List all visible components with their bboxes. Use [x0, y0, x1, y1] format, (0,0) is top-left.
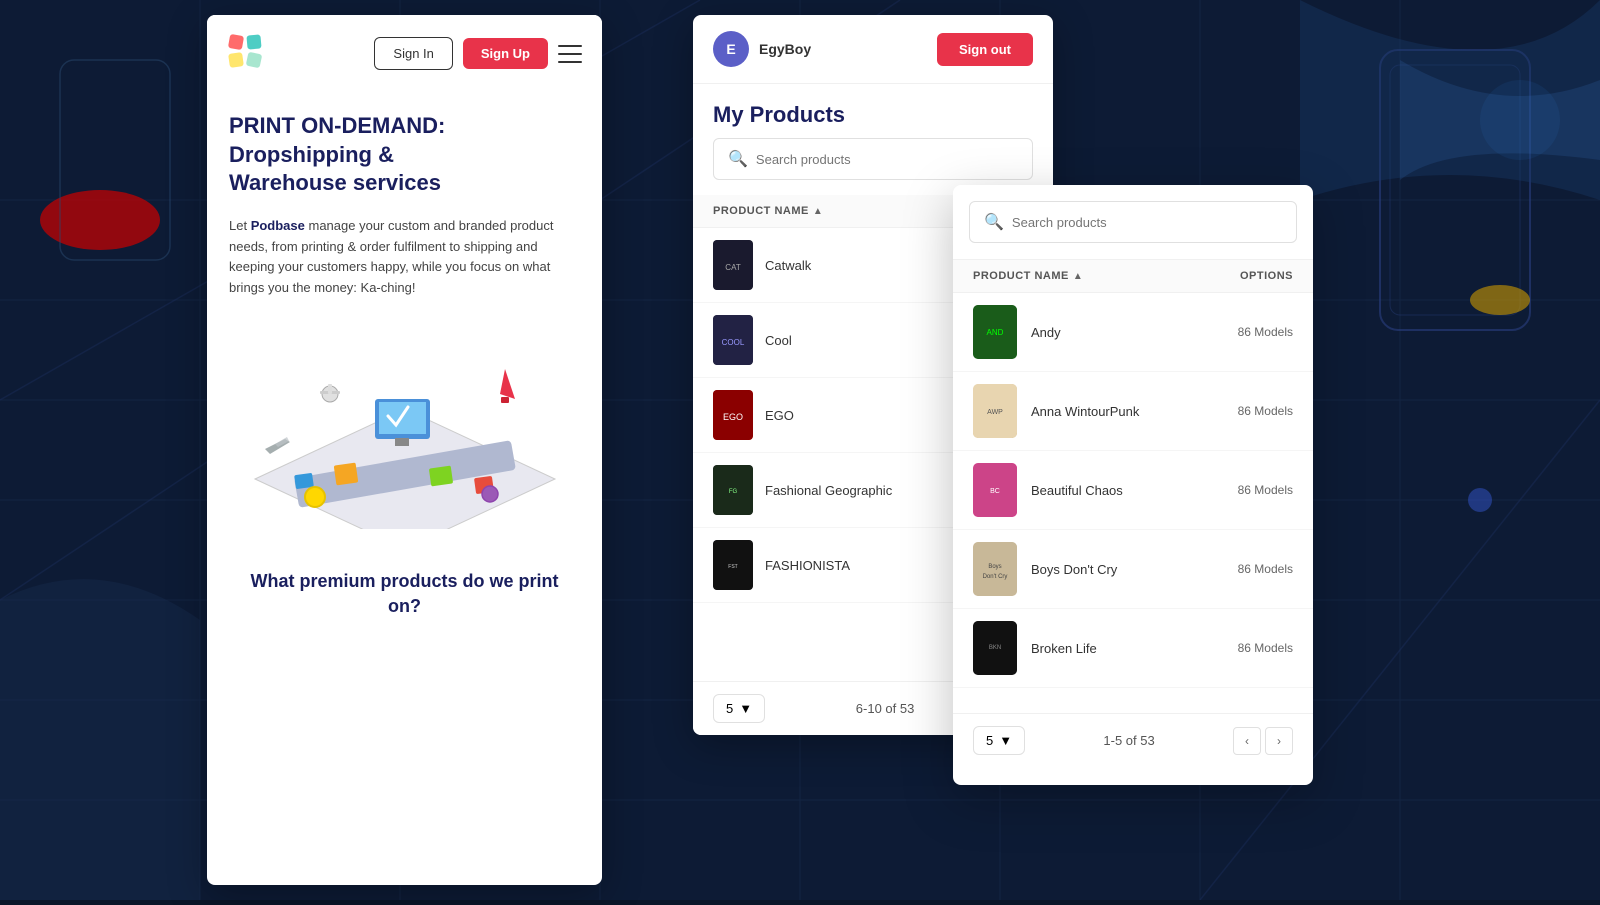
signup-button[interactable]: Sign Up: [463, 38, 548, 69]
product-name: Anna WintourPunk: [1031, 404, 1238, 419]
search-bar[interactable]: 🔍: [713, 138, 1033, 180]
svg-text:Don't Cry: Don't Cry: [983, 574, 1008, 580]
table-row: Boys Don't Cry Boys Don't Cry 86 Models: [953, 530, 1313, 609]
product-name: Andy: [1031, 325, 1238, 340]
prev-page-button[interactable]: ‹: [1233, 727, 1261, 755]
search-overlay-panel: 🔍 PRODUCT NAME ▲ OPTIONS AND Andy 86 Mod…: [953, 185, 1313, 785]
product-thumbnail: Boys Don't Cry: [973, 542, 1017, 596]
product-name-header: PRODUCT NAME ▲: [713, 205, 980, 217]
product-name-header: PRODUCT NAME ▲: [973, 270, 1240, 282]
hero-illustration: [229, 319, 580, 539]
mid-header: E EgyBoy Sign out: [693, 15, 1053, 84]
product-options: 86 Models: [1238, 483, 1293, 497]
user-info: E EgyBoy: [713, 31, 811, 67]
product-options: 86 Models: [1238, 404, 1293, 418]
hero-description: Let Podbase manage your custom and brand…: [229, 216, 580, 299]
right-search-input[interactable]: [1012, 215, 1282, 230]
table-row: BC Beautiful Chaos 86 Models: [953, 451, 1313, 530]
svg-text:BC: BC: [990, 488, 1000, 495]
product-name: Broken Life: [1031, 641, 1238, 656]
search-input[interactable]: [756, 152, 1018, 167]
svg-text:EGO: EGO: [723, 412, 743, 422]
product-thumbnail: AND: [973, 305, 1017, 359]
table-row: AND Andy 86 Models: [953, 293, 1313, 372]
signout-button[interactable]: Sign out: [937, 33, 1033, 66]
right-table-footer: 5 ▼ 1-5 of 53 ‹ ›: [953, 713, 1313, 767]
product-thumbnail: BC: [973, 463, 1017, 517]
search-icon: 🔍: [984, 212, 1004, 232]
left-content: PRINT ON-DEMAND:Dropshipping &Warehouse …: [207, 92, 602, 649]
next-page-button[interactable]: ›: [1265, 727, 1293, 755]
avatar: E: [713, 31, 749, 67]
sort-arrow-icon[interactable]: ▲: [813, 206, 823, 217]
search-icon: 🔍: [728, 149, 748, 169]
product-options: 86 Models: [1238, 641, 1293, 655]
svg-text:AWP: AWP: [987, 409, 1003, 416]
page-title: My Products: [693, 84, 1053, 138]
product-thumbnail: BKN: [973, 621, 1017, 675]
options-header: OPTIONS: [1240, 270, 1293, 282]
header-nav: Sign In Sign Up: [374, 37, 582, 70]
svg-text:CAT: CAT: [725, 263, 741, 272]
signin-button[interactable]: Sign In: [374, 37, 452, 70]
left-header: Sign In Sign Up: [207, 15, 602, 92]
product-name: Beautiful Chaos: [1031, 483, 1238, 498]
username: EgyBoy: [759, 41, 811, 57]
hamburger-menu[interactable]: [558, 42, 582, 66]
product-thumbnail: EGO: [713, 390, 753, 440]
svg-text:AND: AND: [987, 328, 1004, 337]
right-table-header: PRODUCT NAME ▲ OPTIONS: [953, 259, 1313, 293]
sort-arrow-icon[interactable]: ▲: [1073, 271, 1083, 282]
product-thumbnail: COOL: [713, 315, 753, 365]
chevron-down-icon: ▼: [999, 733, 1012, 748]
svg-text:FG: FG: [729, 489, 738, 495]
right-search-bar[interactable]: 🔍: [969, 201, 1297, 243]
landing-panel: Sign In Sign Up PRINT ON-DEMAND:Dropship…: [207, 15, 602, 885]
svg-text:Boys: Boys: [988, 564, 1001, 570]
chevron-down-icon: ▼: [739, 701, 752, 716]
right-product-list: AND Andy 86 Models AWP Anna WintourPunk …: [953, 293, 1313, 713]
product-thumbnail: FG: [713, 465, 753, 515]
product-options: 86 Models: [1238, 562, 1293, 576]
table-row: AWP Anna WintourPunk 86 Models: [953, 372, 1313, 451]
per-page-select[interactable]: 5 ▼: [713, 694, 765, 723]
product-options: 86 Models: [1238, 325, 1293, 339]
product-thumbnail: FST: [713, 540, 753, 590]
product-name: Boys Don't Cry: [1031, 562, 1238, 577]
svg-text:BKN: BKN: [989, 645, 1001, 651]
pagination-info: 6-10 of 53: [856, 701, 915, 716]
logo[interactable]: [227, 33, 263, 74]
right-pagination-arrows: ‹ ›: [1233, 727, 1293, 755]
hero-title: PRINT ON-DEMAND:Dropshipping &Warehouse …: [229, 112, 580, 198]
product-thumbnail: AWP: [973, 384, 1017, 438]
svg-text:COOL: COOL: [722, 338, 745, 347]
svg-text:FST: FST: [728, 564, 737, 570]
bottom-cta: What premium products do we print on?: [229, 559, 580, 629]
right-per-page-select[interactable]: 5 ▼: [973, 726, 1025, 755]
table-row: BKN Broken Life 86 Models: [953, 609, 1313, 688]
product-thumbnail: CAT: [713, 240, 753, 290]
right-pagination-info: 1-5 of 53: [1103, 733, 1154, 748]
